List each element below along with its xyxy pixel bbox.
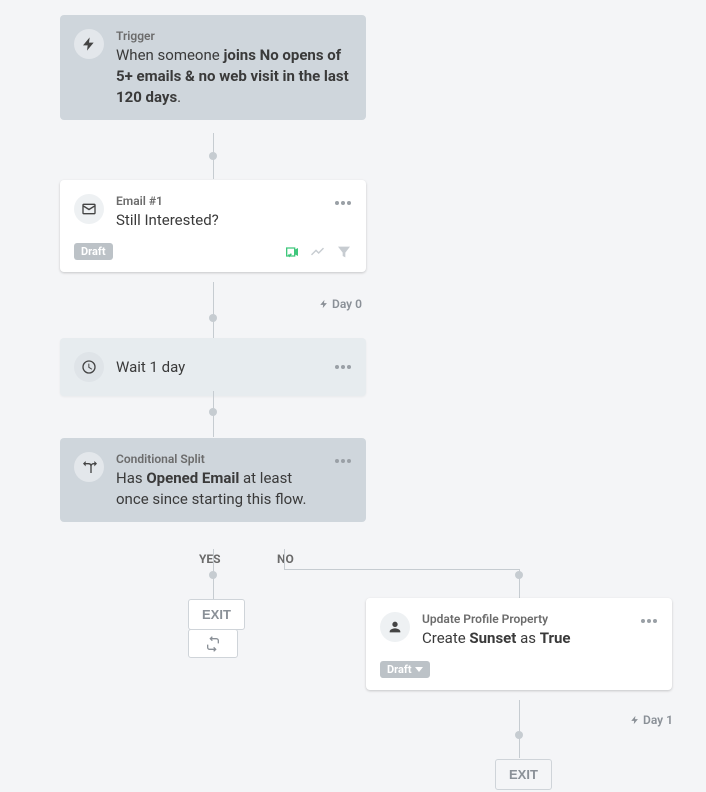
email-type-label: Email #1 [116, 194, 322, 208]
email-stat-icons [284, 244, 352, 260]
connector-dot [515, 571, 523, 579]
day-label: Day 0 [319, 297, 362, 311]
connector [284, 549, 285, 570]
trigger-type-label: Trigger [116, 29, 352, 43]
update-description: Create Sunset as True [422, 628, 628, 649]
more-menu-button[interactable] [334, 194, 352, 212]
day-label: Day 1 [630, 713, 673, 727]
clock-icon [74, 352, 104, 382]
exit-button-no[interactable]: EXIT [495, 759, 552, 790]
connector-dot [209, 408, 217, 416]
connector-dot [209, 152, 217, 160]
connector [284, 569, 520, 570]
branch-yes-label: YES [199, 552, 221, 566]
more-menu-button[interactable] [334, 452, 352, 470]
envelope-icon [74, 194, 104, 224]
split-icon [74, 452, 104, 482]
bolt-icon [74, 29, 104, 59]
connector-dot [515, 731, 523, 739]
draft-badge[interactable]: Draft [380, 661, 430, 678]
activity-icon [310, 244, 326, 260]
exit-button-yes[interactable]: EXIT [188, 599, 245, 630]
more-menu-button[interactable] [334, 358, 352, 376]
update-property-node[interactable]: Update Profile Property Create Sunset as… [366, 598, 672, 690]
person-icon [380, 612, 410, 642]
wait-node[interactable]: Wait 1 day [60, 338, 366, 396]
trigger-node[interactable]: Trigger When someone joins No opens of 5… [60, 15, 366, 120]
connector [519, 700, 520, 758]
flow-canvas: Trigger When someone joins No opens of 5… [0, 0, 706, 792]
checklist-icon [284, 244, 300, 260]
loop-button[interactable] [188, 629, 238, 658]
email-subject: Still Interested? [116, 210, 322, 231]
filter-icon [336, 244, 352, 260]
wait-text: Wait 1 day [116, 358, 322, 376]
connector-dot [209, 571, 217, 579]
split-description: Has Opened Email at least once since sta… [116, 468, 322, 510]
draft-badge: Draft [74, 243, 113, 260]
conditional-split-node[interactable]: Conditional Split Has Opened Email at le… [60, 438, 366, 522]
connector-dot [209, 314, 217, 322]
split-type-label: Conditional Split [116, 452, 322, 466]
more-menu-button[interactable] [640, 612, 658, 630]
branch-no-label: NO [277, 552, 294, 566]
connector [213, 282, 214, 338]
trigger-description: When someone joins No opens of 5+ emails… [116, 45, 352, 108]
update-type-label: Update Profile Property [422, 612, 628, 626]
email-node[interactable]: Email #1 Still Interested? Draft [60, 180, 366, 272]
